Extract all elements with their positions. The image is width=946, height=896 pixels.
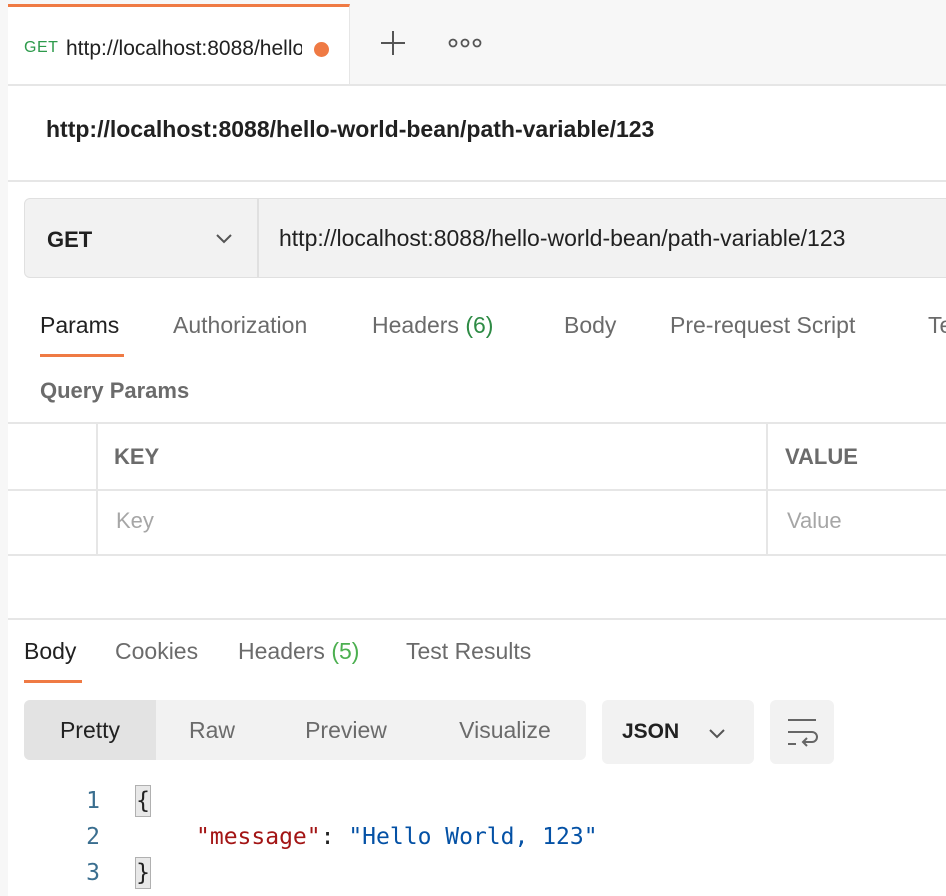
method-dropdown[interactable]: GET <box>25 199 259 277</box>
plus-icon <box>381 31 405 55</box>
view-mode-selector: Pretty Raw Preview Visualize <box>24 700 586 760</box>
tab-title: http://localhost:8088/hello-world-bean/p… <box>66 37 302 60</box>
tab-body[interactable]: Body <box>564 312 616 339</box>
tab-params[interactable]: Params <box>40 312 119 339</box>
response-tab-body[interactable]: Body <box>24 638 76 665</box>
headers-count: (6) <box>465 312 494 338</box>
postman-window: GET http://localhost:8088/hello-world-be… <box>0 0 946 896</box>
response-pane-divider[interactable] <box>8 618 946 620</box>
json-colon: : <box>320 824 349 850</box>
response-tab-test-results[interactable]: Test Results <box>406 638 531 665</box>
format-label: JSON <box>622 720 680 743</box>
request-tab[interactable]: GET http://localhost:8088/hello-world-be… <box>8 4 350 84</box>
new-tab-button[interactable] <box>376 26 410 60</box>
line-number: 2 <box>86 824 100 850</box>
tab-prerequest-script[interactable]: Pre-request Script <box>670 312 855 339</box>
json-string-value: "Hello World, 123" <box>348 824 598 850</box>
row-divider <box>8 489 946 491</box>
tab-strip: GET http://localhost:8088/hello-world-be… <box>0 0 946 86</box>
view-preview-button[interactable]: Preview <box>284 700 408 760</box>
url-bar: GET http://localhost:8088/hello-world-be… <box>24 198 946 278</box>
tab-authorization[interactable]: Authorization <box>173 312 307 339</box>
value-input[interactable]: Value <box>787 508 842 534</box>
chevron-down-icon <box>216 234 232 244</box>
json-line: "message": "Hello World, 123" <box>196 824 598 850</box>
view-visualize-button[interactable]: Visualize <box>440 700 570 760</box>
active-response-tab-indicator <box>24 680 82 683</box>
chevron-down-icon <box>709 729 725 739</box>
line-number: 3 <box>86 860 100 886</box>
wrap-lines-button[interactable] <box>770 700 834 764</box>
response-tab-cookies[interactable]: Cookies <box>115 638 198 665</box>
response-headers-label: Headers <box>238 638 325 664</box>
more-tabs-button[interactable] <box>446 26 484 60</box>
tab-method-label: GET <box>24 39 59 56</box>
format-dropdown[interactable]: JSON <box>602 700 754 764</box>
json-key: "message" <box>196 824 321 850</box>
json-close-brace: } <box>135 857 151 889</box>
divider <box>8 180 946 182</box>
view-pretty-button[interactable]: Pretty <box>24 700 156 760</box>
response-body-viewer[interactable]: 1 2 3 { "message": "Hello World, 123" } <box>0 784 946 896</box>
tab-headers[interactable]: Headers (6) <box>372 312 493 339</box>
view-raw-button[interactable]: Raw <box>156 700 268 760</box>
method-label: GET <box>47 227 93 252</box>
query-params-table: KEY VALUE Key Value <box>8 422 946 556</box>
json-open-brace: { <box>135 785 151 817</box>
unsaved-changes-dot <box>314 42 329 57</box>
left-edge <box>0 84 8 896</box>
column-divider <box>766 424 768 556</box>
tab-tests[interactable]: Te <box>928 312 946 339</box>
value-column-header: VALUE <box>785 444 858 469</box>
column-divider <box>96 424 98 556</box>
wrap-lines-icon <box>788 719 818 747</box>
query-params-label: Query Params <box>40 378 190 403</box>
key-column-header: KEY <box>114 444 160 469</box>
more-horizontal-icon <box>448 38 482 48</box>
url-input[interactable]: http://localhost:8088/hello-world-bean/p… <box>279 225 845 252</box>
request-title[interactable]: http://localhost:8088/hello-world-bean/p… <box>46 116 654 143</box>
tab-headers-label: Headers <box>372 312 459 338</box>
response-headers-count: (5) <box>331 638 360 664</box>
response-tab-headers[interactable]: Headers (5) <box>238 638 359 665</box>
line-number: 1 <box>86 788 100 814</box>
key-input[interactable]: Key <box>116 508 154 534</box>
active-tab-indicator <box>40 354 124 357</box>
